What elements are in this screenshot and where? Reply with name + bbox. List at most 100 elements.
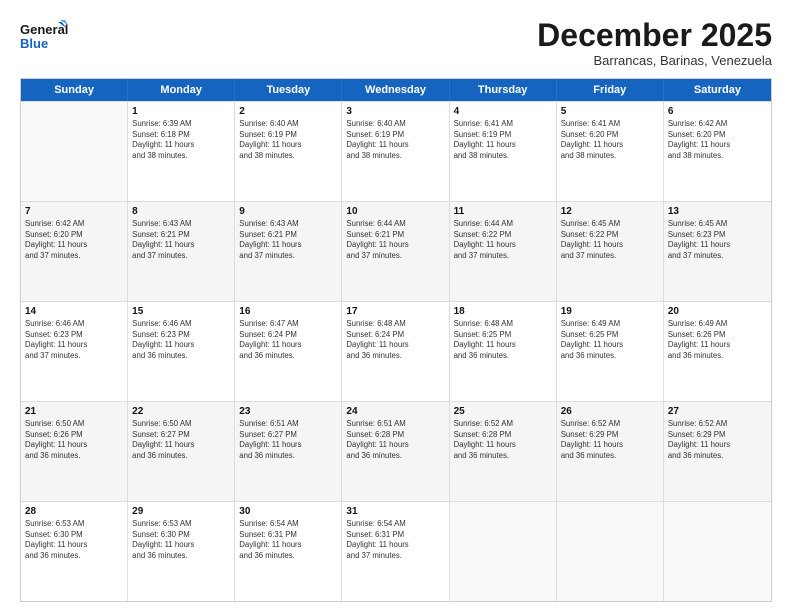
month-title: December 2025 — [537, 18, 772, 53]
day-info: Sunrise: 6:53 AMSunset: 6:30 PMDaylight:… — [132, 519, 230, 561]
day-cell-14: 14Sunrise: 6:46 AMSunset: 6:23 PMDayligh… — [21, 302, 128, 401]
day-cell-22: 22Sunrise: 6:50 AMSunset: 6:27 PMDayligh… — [128, 402, 235, 501]
day-info: Sunrise: 6:39 AMSunset: 6:18 PMDaylight:… — [132, 119, 230, 161]
day-cell-27: 27Sunrise: 6:52 AMSunset: 6:29 PMDayligh… — [664, 402, 771, 501]
day-info: Sunrise: 6:45 AMSunset: 6:22 PMDaylight:… — [561, 219, 659, 261]
page-header: General Blue December 2025 Barrancas, Ba… — [20, 18, 772, 68]
day-cell-29: 29Sunrise: 6:53 AMSunset: 6:30 PMDayligh… — [128, 502, 235, 601]
day-number: 15 — [132, 305, 230, 318]
header-day-thursday: Thursday — [450, 79, 557, 101]
day-number: 26 — [561, 405, 659, 418]
day-info: Sunrise: 6:41 AMSunset: 6:19 PMDaylight:… — [454, 119, 552, 161]
day-cell-18: 18Sunrise: 6:48 AMSunset: 6:25 PMDayligh… — [450, 302, 557, 401]
svg-text:Blue: Blue — [20, 36, 48, 51]
day-cell-26: 26Sunrise: 6:52 AMSunset: 6:29 PMDayligh… — [557, 402, 664, 501]
day-cell-5: 5Sunrise: 6:41 AMSunset: 6:20 PMDaylight… — [557, 102, 664, 201]
day-cell-17: 17Sunrise: 6:48 AMSunset: 6:24 PMDayligh… — [342, 302, 449, 401]
empty-cell-4-5 — [557, 502, 664, 601]
day-info: Sunrise: 6:52 AMSunset: 6:29 PMDaylight:… — [561, 419, 659, 461]
day-info: Sunrise: 6:43 AMSunset: 6:21 PMDaylight:… — [239, 219, 337, 261]
day-info: Sunrise: 6:40 AMSunset: 6:19 PMDaylight:… — [239, 119, 337, 161]
header-day-saturday: Saturday — [664, 79, 771, 101]
day-info: Sunrise: 6:42 AMSunset: 6:20 PMDaylight:… — [25, 219, 123, 261]
calendar-row-1: 1Sunrise: 6:39 AMSunset: 6:18 PMDaylight… — [21, 101, 771, 201]
day-info: Sunrise: 6:54 AMSunset: 6:31 PMDaylight:… — [346, 519, 444, 561]
day-cell-16: 16Sunrise: 6:47 AMSunset: 6:24 PMDayligh… — [235, 302, 342, 401]
header-day-tuesday: Tuesday — [235, 79, 342, 101]
day-cell-12: 12Sunrise: 6:45 AMSunset: 6:22 PMDayligh… — [557, 202, 664, 301]
day-info: Sunrise: 6:50 AMSunset: 6:27 PMDaylight:… — [132, 419, 230, 461]
day-number: 1 — [132, 105, 230, 118]
empty-cell-0-0 — [21, 102, 128, 201]
day-cell-8: 8Sunrise: 6:43 AMSunset: 6:21 PMDaylight… — [128, 202, 235, 301]
day-info: Sunrise: 6:51 AMSunset: 6:28 PMDaylight:… — [346, 419, 444, 461]
day-info: Sunrise: 6:48 AMSunset: 6:25 PMDaylight:… — [454, 319, 552, 361]
day-info: Sunrise: 6:44 AMSunset: 6:22 PMDaylight:… — [454, 219, 552, 261]
day-info: Sunrise: 6:46 AMSunset: 6:23 PMDaylight:… — [25, 319, 123, 361]
day-info: Sunrise: 6:45 AMSunset: 6:23 PMDaylight:… — [668, 219, 767, 261]
day-number: 5 — [561, 105, 659, 118]
day-cell-21: 21Sunrise: 6:50 AMSunset: 6:26 PMDayligh… — [21, 402, 128, 501]
day-cell-7: 7Sunrise: 6:42 AMSunset: 6:20 PMDaylight… — [21, 202, 128, 301]
day-number: 22 — [132, 405, 230, 418]
day-info: Sunrise: 6:43 AMSunset: 6:21 PMDaylight:… — [132, 219, 230, 261]
day-info: Sunrise: 6:41 AMSunset: 6:20 PMDaylight:… — [561, 119, 659, 161]
day-info: Sunrise: 6:40 AMSunset: 6:19 PMDaylight:… — [346, 119, 444, 161]
day-cell-11: 11Sunrise: 6:44 AMSunset: 6:22 PMDayligh… — [450, 202, 557, 301]
day-number: 19 — [561, 305, 659, 318]
day-info: Sunrise: 6:54 AMSunset: 6:31 PMDaylight:… — [239, 519, 337, 561]
calendar: SundayMondayTuesdayWednesdayThursdayFrid… — [20, 78, 772, 602]
day-cell-2: 2Sunrise: 6:40 AMSunset: 6:19 PMDaylight… — [235, 102, 342, 201]
day-number: 16 — [239, 305, 337, 318]
calendar-row-5: 28Sunrise: 6:53 AMSunset: 6:30 PMDayligh… — [21, 501, 771, 601]
day-cell-4: 4Sunrise: 6:41 AMSunset: 6:19 PMDaylight… — [450, 102, 557, 201]
day-cell-28: 28Sunrise: 6:53 AMSunset: 6:30 PMDayligh… — [21, 502, 128, 601]
day-number: 12 — [561, 205, 659, 218]
day-number: 11 — [454, 205, 552, 218]
day-info: Sunrise: 6:48 AMSunset: 6:24 PMDaylight:… — [346, 319, 444, 361]
day-info: Sunrise: 6:52 AMSunset: 6:29 PMDaylight:… — [668, 419, 767, 461]
day-info: Sunrise: 6:46 AMSunset: 6:23 PMDaylight:… — [132, 319, 230, 361]
day-cell-15: 15Sunrise: 6:46 AMSunset: 6:23 PMDayligh… — [128, 302, 235, 401]
header-day-friday: Friday — [557, 79, 664, 101]
day-info: Sunrise: 6:51 AMSunset: 6:27 PMDaylight:… — [239, 419, 337, 461]
day-cell-25: 25Sunrise: 6:52 AMSunset: 6:28 PMDayligh… — [450, 402, 557, 501]
day-info: Sunrise: 6:47 AMSunset: 6:24 PMDaylight:… — [239, 319, 337, 361]
location-subtitle: Barrancas, Barinas, Venezuela — [537, 53, 772, 68]
day-number: 8 — [132, 205, 230, 218]
day-number: 13 — [668, 205, 767, 218]
day-info: Sunrise: 6:52 AMSunset: 6:28 PMDaylight:… — [454, 419, 552, 461]
calendar-header: SundayMondayTuesdayWednesdayThursdayFrid… — [21, 79, 771, 101]
header-day-wednesday: Wednesday — [342, 79, 449, 101]
day-cell-19: 19Sunrise: 6:49 AMSunset: 6:25 PMDayligh… — [557, 302, 664, 401]
logo: General Blue — [20, 18, 70, 58]
day-number: 29 — [132, 505, 230, 518]
day-number: 20 — [668, 305, 767, 318]
day-info: Sunrise: 6:50 AMSunset: 6:26 PMDaylight:… — [25, 419, 123, 461]
day-info: Sunrise: 6:53 AMSunset: 6:30 PMDaylight:… — [25, 519, 123, 561]
day-number: 18 — [454, 305, 552, 318]
day-cell-30: 30Sunrise: 6:54 AMSunset: 6:31 PMDayligh… — [235, 502, 342, 601]
day-info: Sunrise: 6:49 AMSunset: 6:26 PMDaylight:… — [668, 319, 767, 361]
day-cell-13: 13Sunrise: 6:45 AMSunset: 6:23 PMDayligh… — [664, 202, 771, 301]
header-day-monday: Monday — [128, 79, 235, 101]
day-number: 23 — [239, 405, 337, 418]
day-cell-20: 20Sunrise: 6:49 AMSunset: 6:26 PMDayligh… — [664, 302, 771, 401]
day-cell-3: 3Sunrise: 6:40 AMSunset: 6:19 PMDaylight… — [342, 102, 449, 201]
day-number: 4 — [454, 105, 552, 118]
day-number: 17 — [346, 305, 444, 318]
day-number: 9 — [239, 205, 337, 218]
day-cell-6: 6Sunrise: 6:42 AMSunset: 6:20 PMDaylight… — [664, 102, 771, 201]
day-number: 14 — [25, 305, 123, 318]
empty-cell-4-4 — [450, 502, 557, 601]
calendar-row-3: 14Sunrise: 6:46 AMSunset: 6:23 PMDayligh… — [21, 301, 771, 401]
day-cell-10: 10Sunrise: 6:44 AMSunset: 6:21 PMDayligh… — [342, 202, 449, 301]
day-number: 27 — [668, 405, 767, 418]
day-number: 6 — [668, 105, 767, 118]
day-cell-1: 1Sunrise: 6:39 AMSunset: 6:18 PMDaylight… — [128, 102, 235, 201]
day-number: 2 — [239, 105, 337, 118]
day-cell-31: 31Sunrise: 6:54 AMSunset: 6:31 PMDayligh… — [342, 502, 449, 601]
day-number: 24 — [346, 405, 444, 418]
calendar-row-2: 7Sunrise: 6:42 AMSunset: 6:20 PMDaylight… — [21, 201, 771, 301]
day-number: 3 — [346, 105, 444, 118]
